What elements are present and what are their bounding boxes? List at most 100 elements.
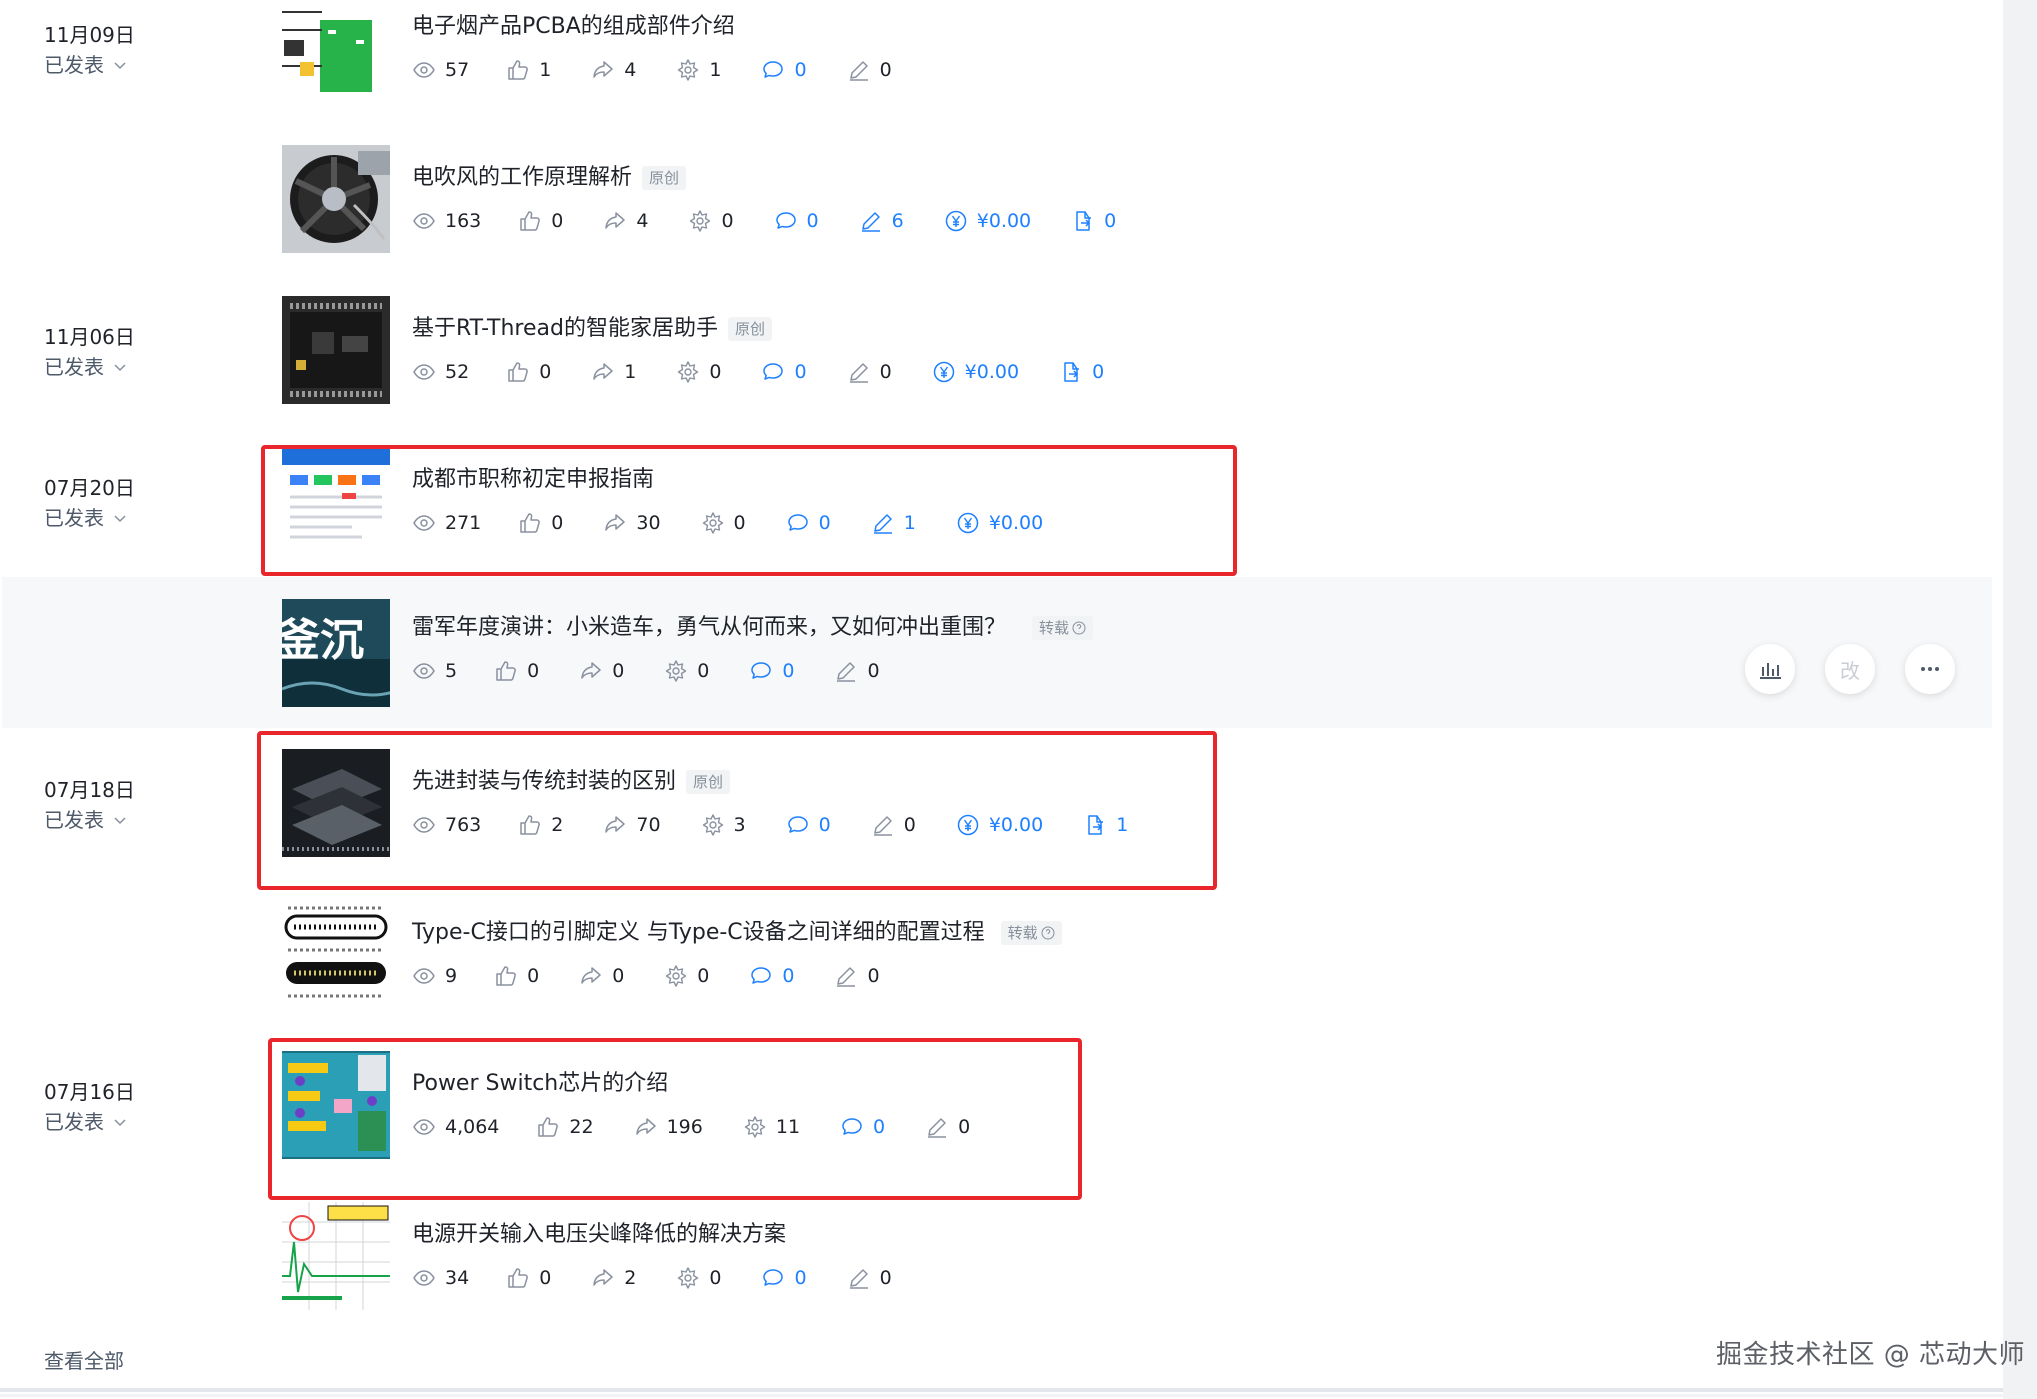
date-group: 07月20日 已发表 <box>44 475 194 531</box>
divider <box>0 1388 2003 1392</box>
stat-shares: 0 <box>579 964 624 988</box>
stat-likes: 0 <box>506 360 551 384</box>
article-title[interactable]: 基于RT-Thread的智能家居助手 <box>412 314 718 344</box>
stat-exports: 0 <box>1071 209 1116 233</box>
edit-label: 改 <box>1840 658 1860 683</box>
publish-date: 11月09日 <box>44 23 135 47</box>
stat-exports: 0 <box>1059 360 1104 384</box>
collect-icon <box>666 965 687 987</box>
stat-likes: 0 <box>494 659 539 683</box>
stat-likes: 0 <box>518 209 563 233</box>
publish-date: 11月06日 <box>44 325 135 349</box>
question-icon[interactable] <box>1072 621 1086 635</box>
chevron-down-icon <box>114 62 126 70</box>
chart-icon <box>1760 663 1781 679</box>
pen-icon <box>837 662 856 682</box>
question-icon[interactable] <box>1041 926 1055 940</box>
article-thumbnail[interactable] <box>282 296 390 404</box>
article-row: 电源开关输入电压尖峰降低的解决方案 34 0 2 0 0 0 <box>0 1202 2000 1359</box>
eye-icon <box>413 62 435 78</box>
view-all-link[interactable]: 查看全部 <box>44 1345 124 1374</box>
article-thumbnail[interactable] <box>282 900 390 1008</box>
stat-shares: 2 <box>591 1266 636 1290</box>
status-dropdown[interactable]: 已发表 <box>44 807 194 833</box>
comment-icon <box>751 662 772 679</box>
share-icon <box>581 967 601 984</box>
publish-date: 07月20日 <box>44 476 135 500</box>
original-tag: 原创 <box>642 166 687 190</box>
share-icon <box>593 1269 614 1286</box>
stat-likes: 0 <box>506 1266 551 1290</box>
stats-bar: 57 1 4 1 0 0 <box>412 58 892 82</box>
stat-collects: 0 <box>676 360 721 384</box>
title-line: 电子烟产品PCBA的组成部件介绍 <box>412 12 735 42</box>
data-analysis-button[interactable] <box>1745 644 1795 694</box>
stat-edits: 0 <box>834 659 880 683</box>
original-tag: 原创 <box>727 317 772 341</box>
stat-comments: 0 <box>774 209 819 233</box>
stat-views: 57 <box>412 58 469 82</box>
stat-shares: 4 <box>591 58 636 82</box>
more-icon <box>1921 667 1939 671</box>
comment-icon <box>763 1269 784 1286</box>
yuan-icon <box>945 210 966 232</box>
export-icon <box>1064 362 1080 382</box>
date-group: 07月18日 已发表 <box>44 777 194 833</box>
highlight-box <box>268 1038 1082 1200</box>
export-icon <box>1076 211 1092 231</box>
stat-comments: 0 <box>749 964 794 988</box>
stats-bar: 9 0 0 0 0 0 <box>412 964 880 988</box>
title-line: 雷军年度演讲：小米造车，勇气从何而来，又如何冲出重围？ 转载 <box>412 613 1094 643</box>
thumb-up-icon <box>508 1268 529 1288</box>
article-list-page: 11月09日 已发表 电子烟产品PCBA的组成部件介绍 57 1 4 1 0 0… <box>0 0 2037 1399</box>
stat-collects: 0 <box>664 659 709 683</box>
repost-tag: 转载 <box>1032 616 1094 640</box>
stat-income: ¥0.00 <box>944 209 1031 233</box>
title-line: 电源开关输入电压尖峰降低的解决方案 <box>412 1220 786 1250</box>
thumb-up-icon <box>508 362 529 382</box>
stat-shares: 1 <box>591 360 636 384</box>
article-title[interactable]: 雷军年度演讲：小米造车，勇气从何而来，又如何冲出重围？ <box>412 613 1006 643</box>
comment-icon <box>763 61 784 78</box>
status-label: 已发表 <box>44 506 104 530</box>
stat-views: 34 <box>412 1266 469 1290</box>
stat-collects: 0 <box>688 209 734 233</box>
chevron-down-icon <box>114 364 126 372</box>
stat-comments: 0 <box>761 360 807 384</box>
status-dropdown[interactable]: 已发表 <box>44 1109 194 1135</box>
stat-comments: 0 <box>761 58 807 82</box>
status-dropdown[interactable]: 已发表 <box>44 52 194 78</box>
scrollbar[interactable] <box>2003 0 2037 1399</box>
thumb-up-icon <box>508 60 529 80</box>
collect-icon <box>678 361 699 383</box>
stat-collects: 0 <box>664 964 709 988</box>
title-line: 电吹风的工作原理解析 原创 <box>412 163 687 193</box>
article-title[interactable]: 电吹风的工作原理解析 <box>412 163 632 193</box>
pen-icon <box>849 61 868 81</box>
chevron-down-icon <box>114 515 126 523</box>
stat-edits: 0 <box>847 360 892 384</box>
article-row: 电吹风的工作原理解析 原创 163 0 4 0 0 6 ¥0.00 0 <box>0 145 2000 302</box>
row-actions: 改 <box>1745 644 1955 694</box>
article-title[interactable]: Type-C接口的引脚定义 与Type-C设备之间详细的配置过程 <box>412 918 985 948</box>
article-thumbnail[interactable] <box>282 0 390 108</box>
chevron-down-icon <box>114 817 126 825</box>
status-dropdown[interactable]: 已发表 <box>44 505 194 531</box>
status-dropdown[interactable]: 已发表 <box>44 354 194 380</box>
article-title[interactable]: 电子烟产品PCBA的组成部件介绍 <box>412 12 735 42</box>
more-button[interactable] <box>1905 644 1955 694</box>
thumb-up-icon <box>496 966 516 986</box>
yuan-icon <box>933 361 954 383</box>
edit-button[interactable]: 改 <box>1825 644 1875 694</box>
stat-comments: 0 <box>761 1266 807 1290</box>
article-thumbnail[interactable] <box>282 1202 390 1310</box>
publish-date: 07月18日 <box>44 778 135 802</box>
article-thumbnail[interactable]: 釜沉 <box>282 599 390 707</box>
stat-shares: 4 <box>603 209 648 233</box>
article-title[interactable]: 电源开关输入电压尖峰降低的解决方案 <box>412 1220 786 1250</box>
share-icon <box>581 662 601 679</box>
watermark: 掘金技术社区 @ 芯动大师 <box>1716 1340 2026 1370</box>
thumb-up-icon <box>520 211 541 231</box>
article-thumbnail[interactable] <box>282 145 390 253</box>
stat-edits: 0 <box>834 964 880 988</box>
